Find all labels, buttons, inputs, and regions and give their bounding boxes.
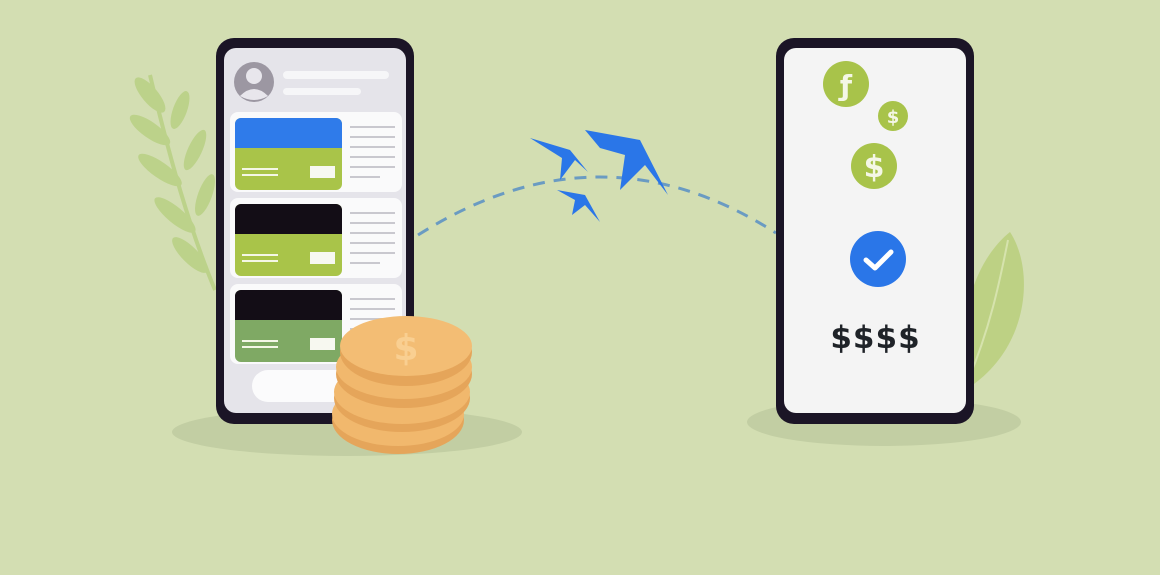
credit-card-icon [235, 118, 342, 190]
leaf-branch-left [129, 74, 217, 291]
bird-icon [585, 130, 668, 195]
card-row[interactable] [230, 112, 402, 192]
payment-amount: $$$$ [830, 320, 921, 356]
card-row[interactable] [230, 198, 402, 278]
check-icon [850, 231, 906, 287]
illustration: $ ƒ $ $ [129, 38, 1024, 456]
svg-text:$: $ [864, 150, 885, 185]
bird-icon [530, 138, 588, 180]
svg-text:$: $ [887, 107, 900, 128]
avatar-icon [234, 62, 274, 102]
coin-icon: $ [878, 101, 908, 131]
svg-text:ƒ: ƒ [838, 69, 853, 102]
coin-icon: $ [851, 143, 897, 189]
credit-card-icon [235, 204, 342, 276]
coin-stack: $ [332, 316, 472, 454]
credit-card-icon [235, 290, 342, 362]
bird-icon [557, 190, 600, 222]
transfer-path [417, 175, 777, 237]
dollar-icon: $ [393, 328, 418, 369]
coin-icon: ƒ [823, 61, 869, 107]
receiver-phone: ƒ $ $ [776, 38, 974, 424]
